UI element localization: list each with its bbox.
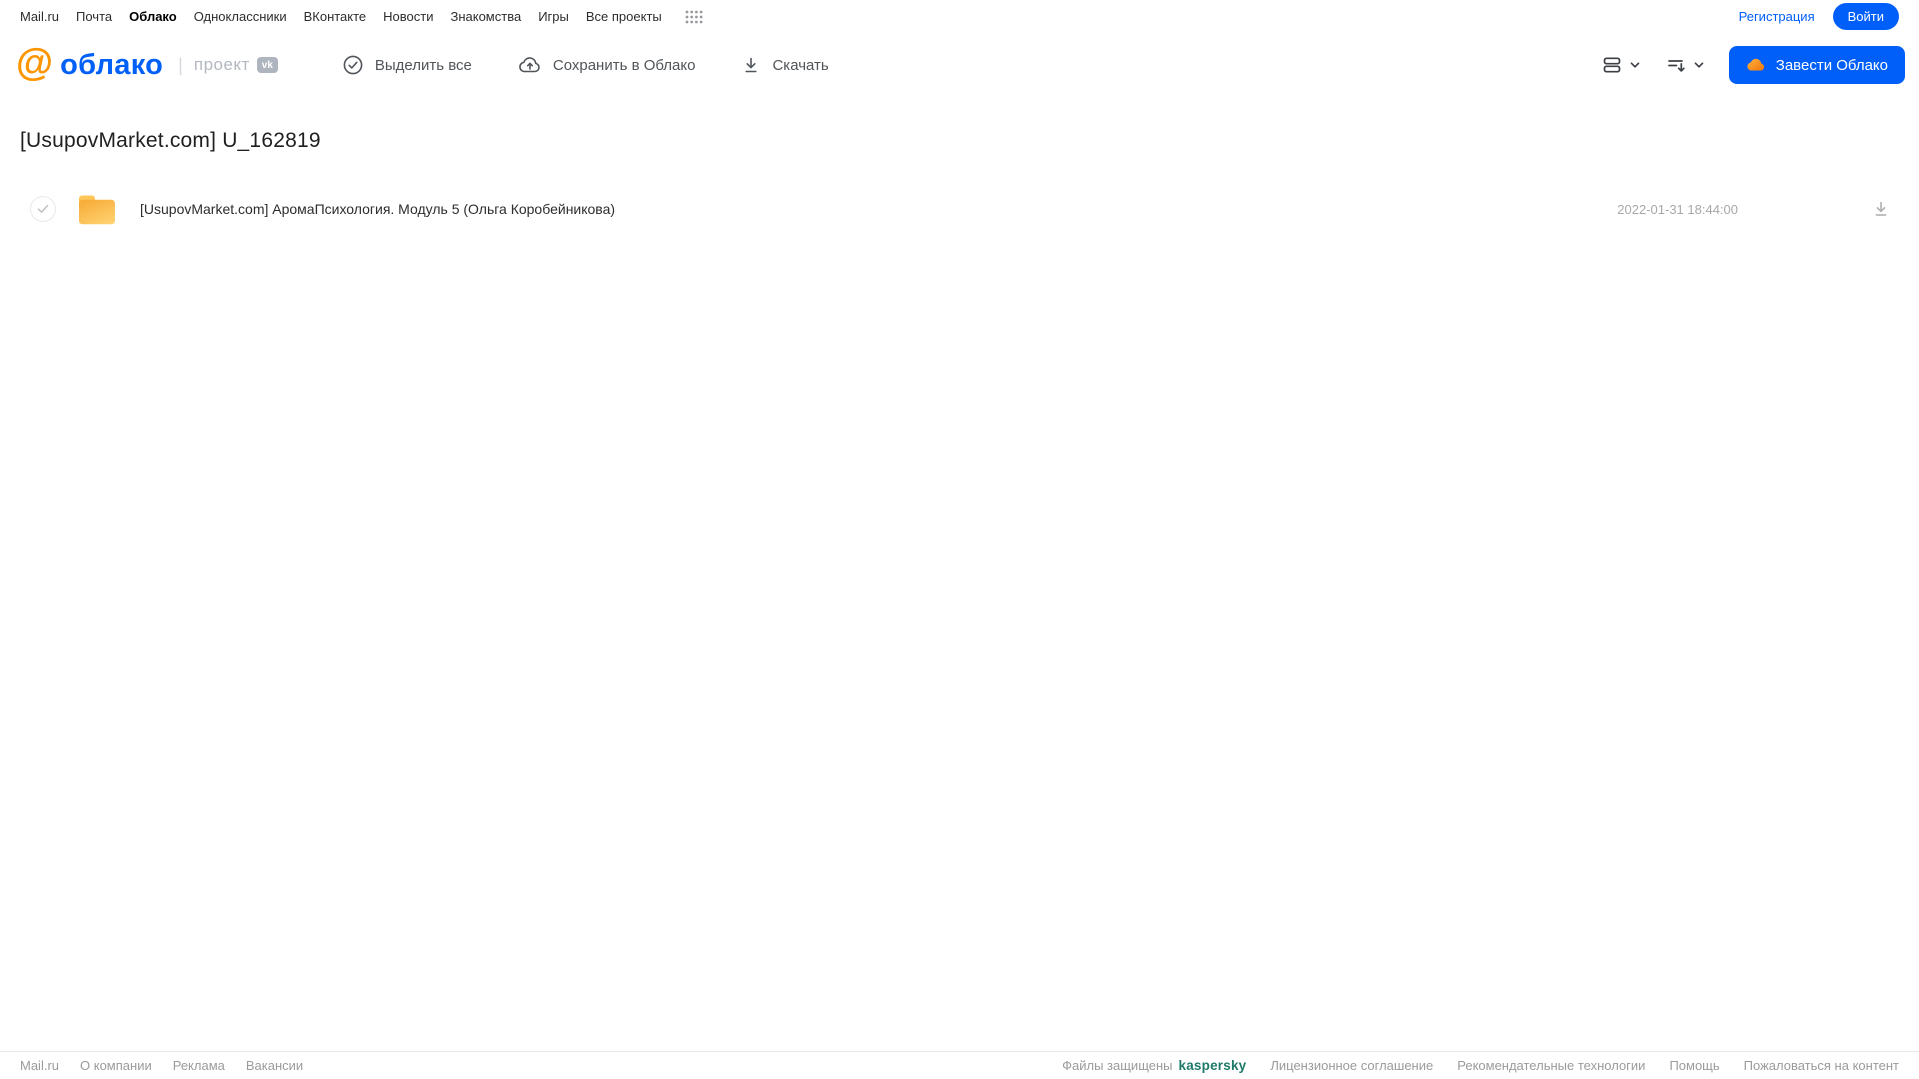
toolbar-actions: Выделить все Сохранить в Облако Скачать	[342, 53, 829, 77]
footer-right-links: Файлы защищены kaspersky Лицензионное со…	[1062, 1058, 1899, 1073]
footer-report-content-link[interactable]: Пожаловаться на контент	[1744, 1058, 1899, 1073]
footer-recommend-tech-link[interactable]: Рекомендательные технологии	[1457, 1058, 1645, 1073]
download-button[interactable]: Скачать	[741, 55, 829, 75]
chevron-down-icon	[1629, 59, 1641, 71]
main-content: [UsupovMarket.com] U_162819 [UsupovMarke…	[0, 97, 1919, 1051]
folder-icon	[77, 193, 117, 226]
select-all-button[interactable]: Выделить все	[342, 54, 472, 76]
get-cloud-label: Завести Облако	[1775, 56, 1888, 74]
mailru-at-icon: @	[16, 42, 54, 84]
portal-bar: Mail.ru Почта Облако Одноклассники ВКонт…	[0, 0, 1919, 33]
nav-igry[interactable]: Игры	[538, 9, 569, 24]
footer-license-link[interactable]: Лицензионное соглашение	[1270, 1058, 1433, 1073]
cloud-upload-icon	[518, 53, 542, 77]
nav-odnoklassniki[interactable]: Одноклассники	[194, 9, 287, 24]
rows-view-icon	[1601, 54, 1623, 76]
download-icon	[741, 55, 761, 75]
nav-znakomstva[interactable]: Знакомства	[450, 9, 521, 24]
cloud-logo[interactable]: @ облако | проект vk	[16, 44, 278, 82]
kaspersky-protection: Файлы защищены kaspersky	[1062, 1058, 1246, 1073]
cloud-logo-text: облако	[60, 48, 164, 81]
vk-badge-icon: vk	[256, 57, 278, 73]
nav-vkontakte[interactable]: ВКонтакте	[304, 9, 367, 24]
registration-link[interactable]: Регистрация	[1739, 9, 1815, 24]
kaspersky-logo[interactable]: kaspersky	[1179, 1058, 1247, 1073]
nav-mailru[interactable]: Mail.ru	[20, 9, 59, 24]
portal-nav: Mail.ru Почта Облако Одноклассники ВКонт…	[20, 9, 703, 24]
file-date: 2022-01-31 18:44:00	[1617, 201, 1738, 217]
orange-cloud-icon	[1746, 55, 1767, 76]
footer-ads-link[interactable]: Реклама	[173, 1058, 225, 1073]
file-name[interactable]: [UsupovMarket.com] АромаПсихология. Моду…	[140, 201, 1617, 217]
footer-left-links: Mail.ru О компании Реклама Вакансии	[20, 1058, 303, 1073]
file-row[interactable]: [UsupovMarket.com] АромаПсихология. Моду…	[0, 186, 1919, 232]
project-label: проект	[193, 55, 250, 74]
view-mode-dropdown[interactable]	[1601, 54, 1641, 76]
footer-mailru-link[interactable]: Mail.ru	[20, 1058, 59, 1073]
check-circle-icon	[342, 54, 364, 76]
login-button[interactable]: Войти	[1832, 3, 1899, 30]
sort-icon	[1665, 54, 1687, 76]
file-list: [UsupovMarket.com] АромаПсихология. Моду…	[0, 186, 1919, 232]
apps-grid-icon[interactable]	[685, 10, 703, 24]
chevron-down-icon	[1693, 59, 1705, 71]
save-to-cloud-label: Сохранить в Облако	[552, 56, 696, 74]
select-all-label: Выделить все	[374, 56, 472, 74]
footer-help-link[interactable]: Помощь	[1669, 1058, 1719, 1073]
nav-oblako[interactable]: Облако	[129, 9, 177, 24]
nav-pochta[interactable]: Почта	[76, 9, 112, 24]
nav-novosti[interactable]: Новости	[383, 9, 433, 24]
get-cloud-button[interactable]: Завести Облако	[1728, 46, 1905, 84]
toolbar-right-controls: Завести Облако	[1601, 46, 1905, 84]
sort-dropdown[interactable]	[1665, 54, 1705, 76]
logo-divider: |	[178, 54, 183, 75]
page-title: [UsupovMarket.com] U_162819	[20, 129, 321, 152]
footer-jobs-link[interactable]: Вакансии	[246, 1058, 303, 1073]
download-label: Скачать	[772, 56, 829, 74]
footer-about-link[interactable]: О компании	[80, 1058, 152, 1073]
row-checkbox[interactable]	[30, 196, 56, 222]
cloud-toolbar: @ облако | проект vk Выделить все Сохран…	[0, 33, 1919, 97]
footer: Mail.ru О компании Реклама Вакансии Файл…	[0, 1051, 1919, 1079]
row-download-icon[interactable]	[1870, 198, 1892, 220]
nav-all-projects[interactable]: Все проекты	[586, 9, 662, 24]
protected-label: Файлы защищены	[1062, 1058, 1173, 1073]
save-to-cloud-button[interactable]: Сохранить в Облако	[518, 53, 696, 77]
